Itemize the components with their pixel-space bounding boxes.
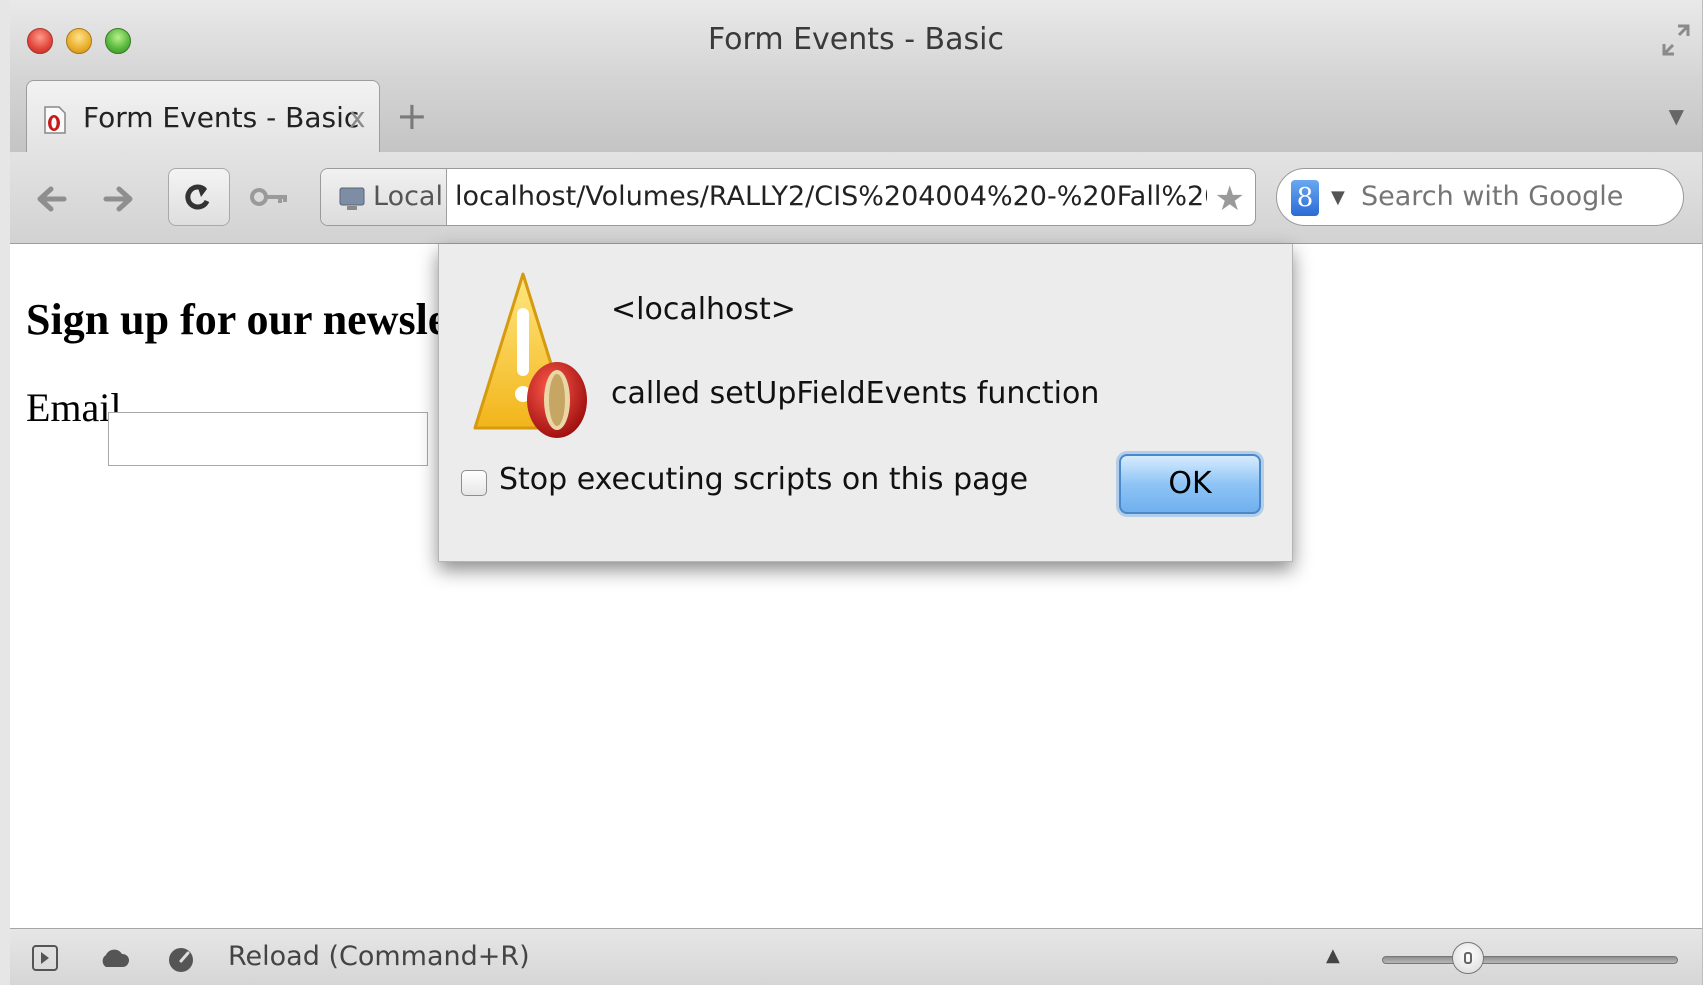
cloud-icon[interactable] — [98, 945, 130, 971]
reload-icon — [185, 184, 210, 210]
browser-window: Form Events - Basic Form Events - Basic … — [0, 0, 1703, 985]
status-text: Reload (Command+R) — [228, 941, 530, 972]
url-text[interactable]: localhost/Volumes/RALLY2/CIS%204004%20-%… — [455, 181, 1207, 212]
bookmark-star-icon[interactable]: ★ — [1215, 179, 1245, 219]
tab-strip: Form Events - Basic x + ▼ — [10, 80, 1702, 152]
tab-close-icon[interactable]: x — [349, 101, 366, 134]
tab-form-events[interactable]: Form Events - Basic x — [26, 80, 380, 152]
status-bar: Reload (Command+R) ▲ — [10, 928, 1702, 985]
address-bar[interactable]: Local localhost/Volumes/RALLY2/CIS%20400… — [320, 168, 1256, 226]
back-arrow-icon[interactable] — [34, 182, 68, 222]
dialog-message: called setUpFieldEvents function — [611, 376, 1100, 411]
ok-button[interactable]: OK — [1119, 454, 1261, 514]
zoom-slider-knob[interactable] — [1452, 942, 1484, 974]
title-bar: Form Events - Basic — [10, 0, 1702, 80]
key-icon[interactable] — [250, 182, 290, 212]
tab-label: Form Events - Basic — [83, 101, 360, 134]
forward-arrow-icon[interactable] — [102, 182, 136, 222]
email-field[interactable] — [108, 412, 428, 466]
alert-dialog: <localhost> called setUpFieldEvents func… — [438, 244, 1293, 562]
new-tab-button[interactable]: + — [396, 97, 428, 135]
window-title: Form Events - Basic — [707, 22, 1004, 57]
google-icon[interactable]: 8 — [1291, 180, 1319, 216]
opera-page-icon — [44, 106, 66, 134]
stop-scripts-label[interactable]: Stop executing scripts on this page — [499, 462, 1028, 497]
search-engine-dropdown-icon[interactable]: ▼ — [1331, 187, 1345, 208]
warning-opera-icon — [473, 272, 587, 438]
dialog-origin: <localhost> — [611, 292, 796, 327]
navigation-toolbar: Local localhost/Volumes/RALLY2/CIS%20400… — [10, 152, 1702, 244]
fullscreen-icon[interactable] — [1660, 20, 1692, 60]
monitor-icon — [339, 187, 365, 210]
zoom-slider-track[interactable] — [1382, 956, 1678, 964]
reload-button[interactable] — [168, 168, 230, 226]
search-input[interactable] — [1361, 181, 1661, 212]
tab-menu-chevron-icon[interactable]: ▼ — [1669, 104, 1684, 128]
stop-scripts-checkbox[interactable] — [461, 470, 487, 496]
local-label: Local — [373, 181, 443, 212]
panel-toggle-icon[interactable] — [32, 945, 58, 971]
local-badge[interactable]: Local — [321, 169, 447, 225]
speed-dial-icon[interactable] — [166, 945, 196, 973]
zoom-up-icon[interactable]: ▲ — [1326, 945, 1340, 966]
search-box[interactable]: 8 ▼ — [1276, 168, 1684, 226]
